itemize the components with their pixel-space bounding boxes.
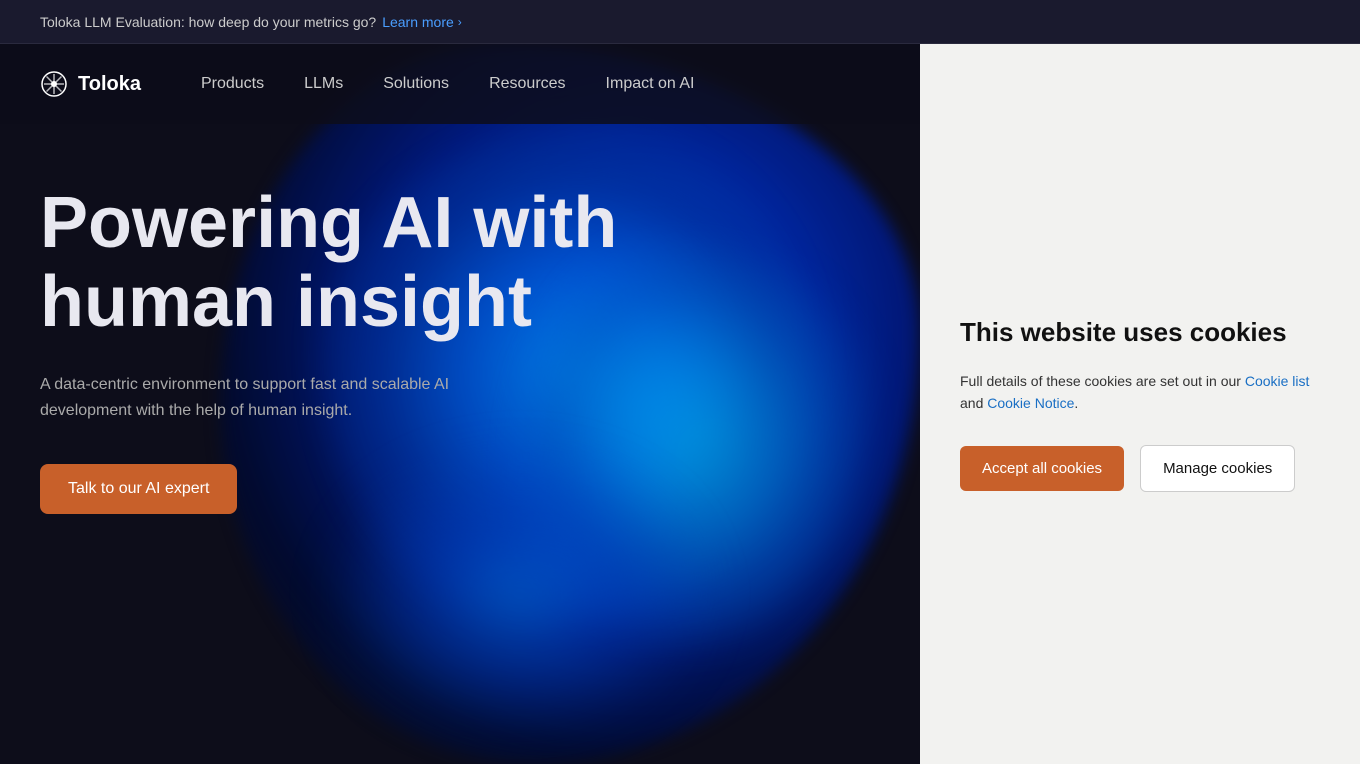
logo-text: Toloka xyxy=(78,73,141,96)
nav-llms[interactable]: LLMs xyxy=(304,75,343,92)
cookie-panel-container: This website uses cookies Full details o… xyxy=(920,44,1360,764)
nav-solutions[interactable]: Solutions xyxy=(383,75,449,92)
nav-links: Products LLMs Solutions Resources Impact… xyxy=(201,75,695,93)
learn-more-link[interactable]: Learn more › xyxy=(382,14,462,30)
hero-title: Powering AI with human insight xyxy=(40,184,640,342)
cookie-description: Full details of these cookies are set ou… xyxy=(960,370,1320,415)
cookie-title: This website uses cookies xyxy=(960,316,1320,350)
manage-cookies-button[interactable]: Manage cookies xyxy=(1140,445,1295,492)
accept-all-cookies-button[interactable]: Accept all cookies xyxy=(960,446,1124,491)
hero-content: Powering AI with human insight A data-ce… xyxy=(0,124,920,554)
cookie-and-text: and xyxy=(960,395,987,411)
logo-icon xyxy=(40,70,68,98)
talk-to-expert-button[interactable]: Talk to our AI expert xyxy=(40,464,237,514)
cookie-list-link[interactable]: Cookie list xyxy=(1245,373,1310,389)
chevron-right-icon: › xyxy=(458,15,462,29)
cookie-buttons: Accept all cookies Manage cookies xyxy=(960,445,1320,492)
hero-subtitle: A data-centric environment to support fa… xyxy=(40,372,460,423)
cookie-panel: This website uses cookies Full details o… xyxy=(960,316,1320,492)
hero-title-line1: Powering AI with xyxy=(40,183,617,263)
logo[interactable]: Toloka xyxy=(40,70,141,98)
announcement-bar: Toloka LLM Evaluation: how deep do your … xyxy=(0,0,1360,44)
nav-products[interactable]: Products xyxy=(201,75,264,92)
cookie-period: . xyxy=(1074,395,1078,411)
navbar: Toloka Products LLMs Solutions Resources… xyxy=(0,44,920,124)
hero-title-line2: human insight xyxy=(40,262,532,342)
announcement-text: Toloka LLM Evaluation: how deep do your … xyxy=(40,14,376,30)
cookie-notice-link[interactable]: Cookie Notice xyxy=(987,395,1074,411)
main-content-area: Toloka Products LLMs Solutions Resources… xyxy=(0,44,920,764)
nav-impact-on-ai[interactable]: Impact on AI xyxy=(606,75,695,92)
nav-resources[interactable]: Resources xyxy=(489,75,565,92)
cookie-desc-text: Full details of these cookies are set ou… xyxy=(960,373,1245,389)
learn-more-label: Learn more xyxy=(382,14,454,30)
